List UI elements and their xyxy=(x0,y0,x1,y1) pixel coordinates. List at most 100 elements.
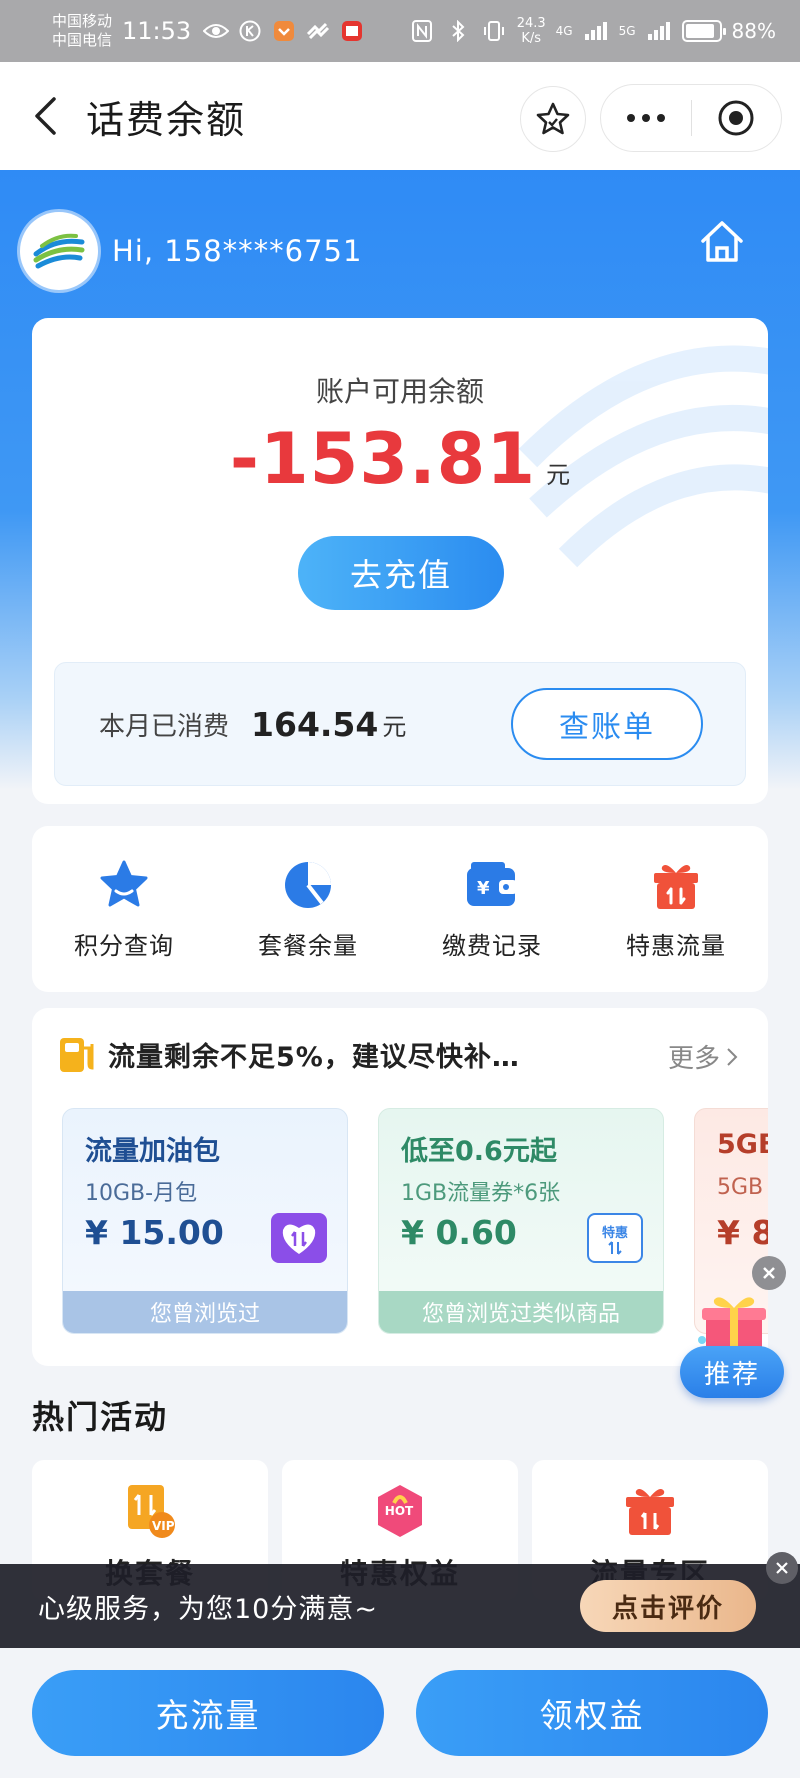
nfc-icon xyxy=(409,20,435,42)
recommendation-card: 流量剩余不足5%，建议尽快补… 更多 流量加油包 10GB-月包 ¥ 15.00… xyxy=(32,1008,768,1366)
carrier-2: 中国电信 xyxy=(52,31,113,49)
svg-text:VIP: VIP xyxy=(152,1519,175,1533)
mail-app-icon xyxy=(339,20,365,42)
offer-subtitle: 1GB流量券*6张 xyxy=(401,1181,561,1206)
balance-amount-row: -153.81 元 xyxy=(32,418,768,500)
float-recommend-widget[interactable]: 推荐 xyxy=(676,1290,788,1408)
target-circle-icon xyxy=(718,100,754,136)
offer-subtitle: 5GB xyxy=(717,1175,764,1200)
quick-label: 缴费记录 xyxy=(442,931,542,960)
vip-traffic-icon: VIP xyxy=(121,1482,179,1540)
quick-label: 特惠流量 xyxy=(626,931,726,960)
carrier-1: 中国移动 xyxy=(52,12,113,30)
network-speed: 24.3 K/s xyxy=(516,16,546,46)
chevron-left-icon xyxy=(35,97,56,135)
offer-footer: 您曾浏览过类似商品 xyxy=(379,1291,663,1333)
quick-item-payment-records[interactable]: ¥ 缴费记录 xyxy=(417,858,567,961)
balance-card: 账户可用余额 -153.81 元 去充值 本月已消费 164.54 元 查账单 xyxy=(32,318,768,804)
star-icon xyxy=(97,858,151,912)
quick-actions: 积分查询 套餐余量 ¥ 缴费记录 特惠流量 xyxy=(32,826,768,992)
signal-icon-1 xyxy=(583,20,609,42)
balance-unit: 元 xyxy=(546,461,571,489)
back-button[interactable] xyxy=(22,93,68,139)
balance-label: 账户可用余额 xyxy=(315,375,484,408)
user-greeting: Hi, 158****6751 xyxy=(112,234,363,268)
offer-name: 5GB xyxy=(717,1129,768,1160)
recommendation-header: 流量剩余不足5%，建议尽快补… xyxy=(58,1034,520,1074)
offer-price: ¥ 0.60 xyxy=(401,1213,517,1252)
home-icon xyxy=(701,221,743,262)
quick-label: 套餐余量 xyxy=(258,931,358,960)
network-type-2: 5G xyxy=(618,24,636,38)
more-button[interactable] xyxy=(601,85,691,151)
spend-amount: 164.54 xyxy=(251,704,379,744)
spend-label: 本月已消费 xyxy=(99,711,230,742)
bottom-action-bar: 充流量 领权益 xyxy=(0,1648,800,1778)
pie-chart-icon xyxy=(281,858,335,912)
hot-icon: HOT xyxy=(371,1482,429,1540)
bluetooth-icon xyxy=(445,20,471,42)
mini-program-capsule xyxy=(600,84,782,152)
nav-bar: 话费余额 xyxy=(0,62,800,170)
close-float-button[interactable] xyxy=(752,1256,786,1290)
status-bar: 中国移动 中国电信 11:53 24.3 K/s 4G 5G 88% xyxy=(0,0,800,62)
rating-text: 心级服务，为您10分满意~ xyxy=(38,1593,378,1625)
offer-price: ¥ 15.00 xyxy=(85,1213,224,1252)
close-icon xyxy=(763,1267,775,1279)
avatar[interactable] xyxy=(20,212,98,290)
quick-item-points[interactable]: 积分查询 xyxy=(49,858,199,961)
svg-text:¥: ¥ xyxy=(477,878,490,899)
status-right: 24.3 K/s 4G 5G 88% xyxy=(409,16,776,46)
traffic-heart-icon xyxy=(271,1213,327,1263)
chevron-right-icon xyxy=(727,1047,738,1066)
hot-badge-text: HOT xyxy=(384,1504,414,1518)
offer-card[interactable]: 流量加油包 10GB-月包 ¥ 15.00 您曾浏览过 xyxy=(62,1108,348,1334)
close-icon xyxy=(776,1562,788,1574)
offer-name: 低至0.6元起 xyxy=(401,1136,557,1167)
status-time: 11:53 xyxy=(122,17,192,45)
balance-amount: -153.81 xyxy=(229,418,537,500)
gift-box-icon xyxy=(649,858,703,912)
offer-footer: 您曾浏览过 xyxy=(63,1291,347,1333)
quick-item-special-traffic[interactable]: 特惠流量 xyxy=(601,858,751,961)
network-type-1: 4G xyxy=(555,24,573,38)
close-rating-button[interactable] xyxy=(766,1552,798,1584)
recharge-button[interactable]: 去充值 xyxy=(298,536,504,610)
carrier-info: 中国移动 中国电信 xyxy=(52,12,112,50)
battery-level xyxy=(685,24,714,38)
wallet-icon: ¥ xyxy=(465,858,519,912)
more-link[interactable]: 更多 xyxy=(668,1038,738,1075)
shield-app-icon xyxy=(271,20,297,42)
recommend-badge: 推荐 xyxy=(680,1346,784,1398)
battery-icon xyxy=(681,20,726,42)
rating-banner: 心级服务，为您10分满意~ 点击评价 xyxy=(0,1552,800,1648)
view-bill-button[interactable]: 查账单 xyxy=(511,688,703,760)
recommendation-title: 流量剩余不足5%，建议尽快补… xyxy=(108,1041,520,1073)
user-info: Hi, 158****6751 xyxy=(20,212,362,290)
star-outline-icon xyxy=(536,102,570,135)
spend-unit: 元 xyxy=(382,712,407,741)
favorite-button[interactable] xyxy=(520,86,586,152)
more-dots-icon xyxy=(626,114,665,122)
page-title: 话费余额 xyxy=(86,97,247,142)
vibrate-icon xyxy=(481,20,507,42)
offer-name: 流量加油包 xyxy=(85,1136,220,1167)
signal-icon-2 xyxy=(646,20,672,42)
fuel-pump-icon xyxy=(60,1038,94,1072)
discount-badge-label: 特惠 xyxy=(601,1225,628,1241)
home-button[interactable] xyxy=(692,212,752,272)
offer-card[interactable]: 低至0.6元起 1GB流量券*6张 ¥ 0.60 特惠 您曾浏览过类似商品 xyxy=(378,1108,664,1334)
recharge-traffic-button[interactable]: 充流量 xyxy=(32,1670,384,1756)
close-mini-program-button[interactable] xyxy=(692,85,782,151)
discount-calendar-icon: 特惠 xyxy=(587,1213,643,1263)
k-icon xyxy=(237,20,263,42)
monthly-spend-box: 本月已消费 164.54 元 查账单 xyxy=(54,662,746,786)
traffic-gift-icon xyxy=(621,1482,679,1540)
quick-item-package-remaining[interactable]: 套餐余量 xyxy=(233,858,383,961)
battery-percent: 88% xyxy=(731,19,776,43)
rate-button[interactable]: 点击评价 xyxy=(580,1580,756,1632)
quick-label: 积分查询 xyxy=(74,931,174,960)
hot-activities-title: 热门活动 xyxy=(32,1398,169,1436)
offer-price: ¥ 8 xyxy=(717,1213,768,1252)
claim-rights-button[interactable]: 领权益 xyxy=(416,1670,768,1756)
